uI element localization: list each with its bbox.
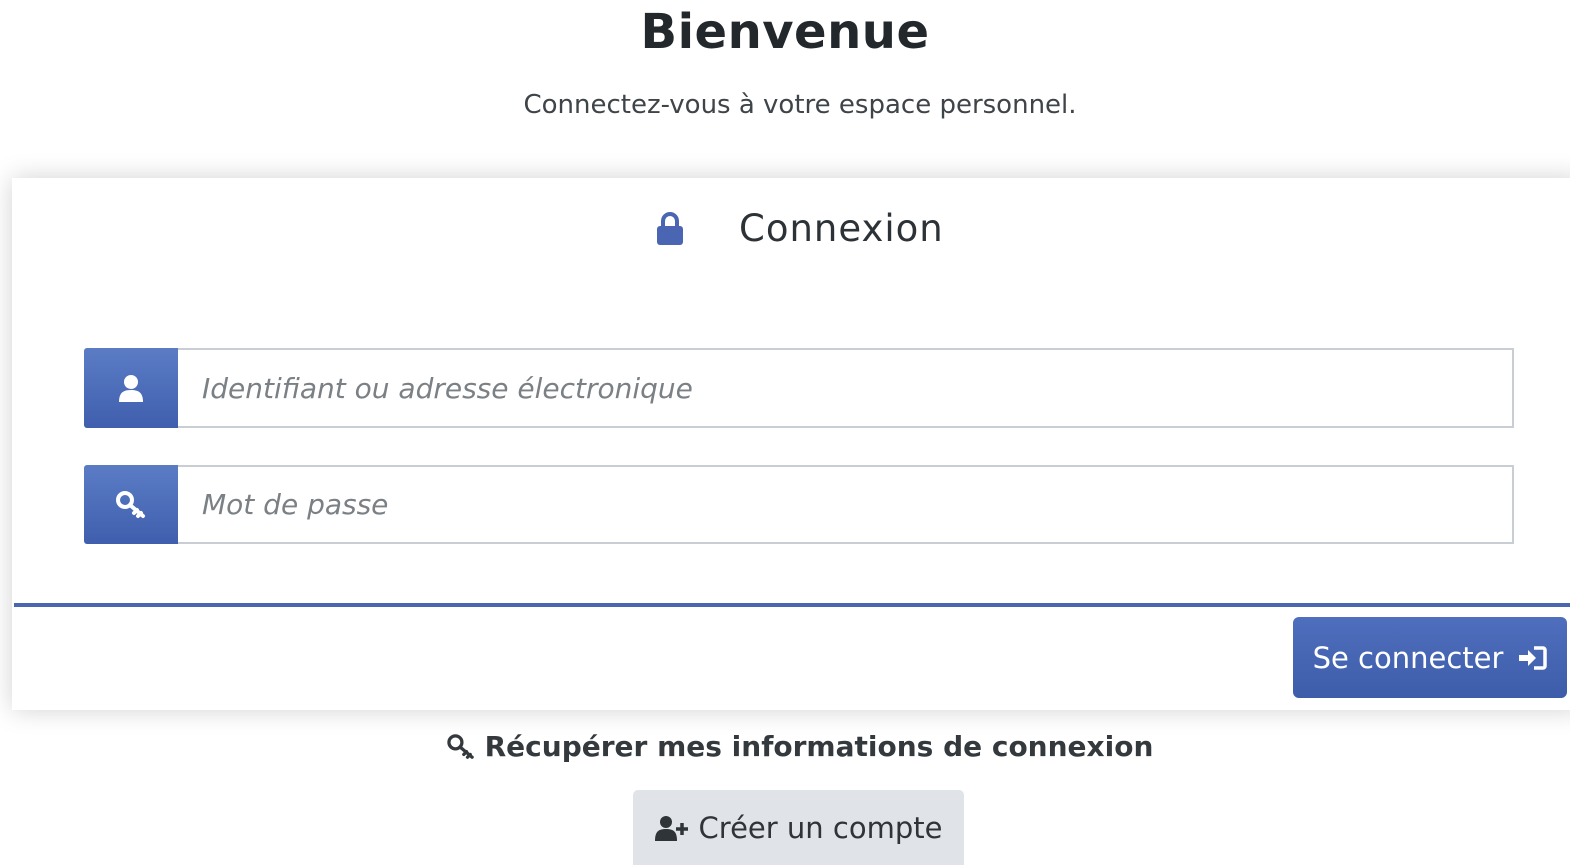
password-input-group bbox=[84, 465, 1514, 544]
login-page: Bienvenue Connectez-vous à votre espace … bbox=[0, 0, 1570, 865]
sign-in-icon bbox=[1519, 645, 1548, 670]
card-separator bbox=[14, 603, 1570, 607]
login-card: Connexion Se connecter bbox=[12, 178, 1570, 710]
username-addon bbox=[84, 348, 178, 428]
key-icon bbox=[446, 734, 474, 759]
card-header: Connexion bbox=[12, 204, 1570, 254]
username-input-group bbox=[84, 348, 1514, 428]
login-button[interactable]: Se connecter bbox=[1293, 617, 1567, 698]
user-plus-icon bbox=[654, 815, 688, 841]
lock-icon bbox=[657, 212, 683, 245]
username-input[interactable] bbox=[178, 348, 1514, 428]
card-title: Connexion bbox=[739, 207, 944, 250]
page-subtitle: Connectez-vous à votre espace personnel. bbox=[523, 90, 1077, 120]
page-title: Bienvenue bbox=[640, 4, 930, 60]
login-button-label: Se connecter bbox=[1312, 640, 1504, 675]
create-account-label: Créer un compte bbox=[698, 810, 943, 845]
key-icon bbox=[116, 490, 145, 518]
password-addon bbox=[84, 465, 178, 544]
user-icon bbox=[119, 375, 143, 402]
password-input[interactable] bbox=[178, 465, 1514, 544]
create-account-button[interactable]: Créer un compte bbox=[633, 790, 964, 865]
recover-credentials-label: Récupérer mes informations de connexion bbox=[484, 730, 1154, 763]
recover-credentials-link[interactable]: Récupérer mes informations de connexion bbox=[0, 729, 1570, 765]
